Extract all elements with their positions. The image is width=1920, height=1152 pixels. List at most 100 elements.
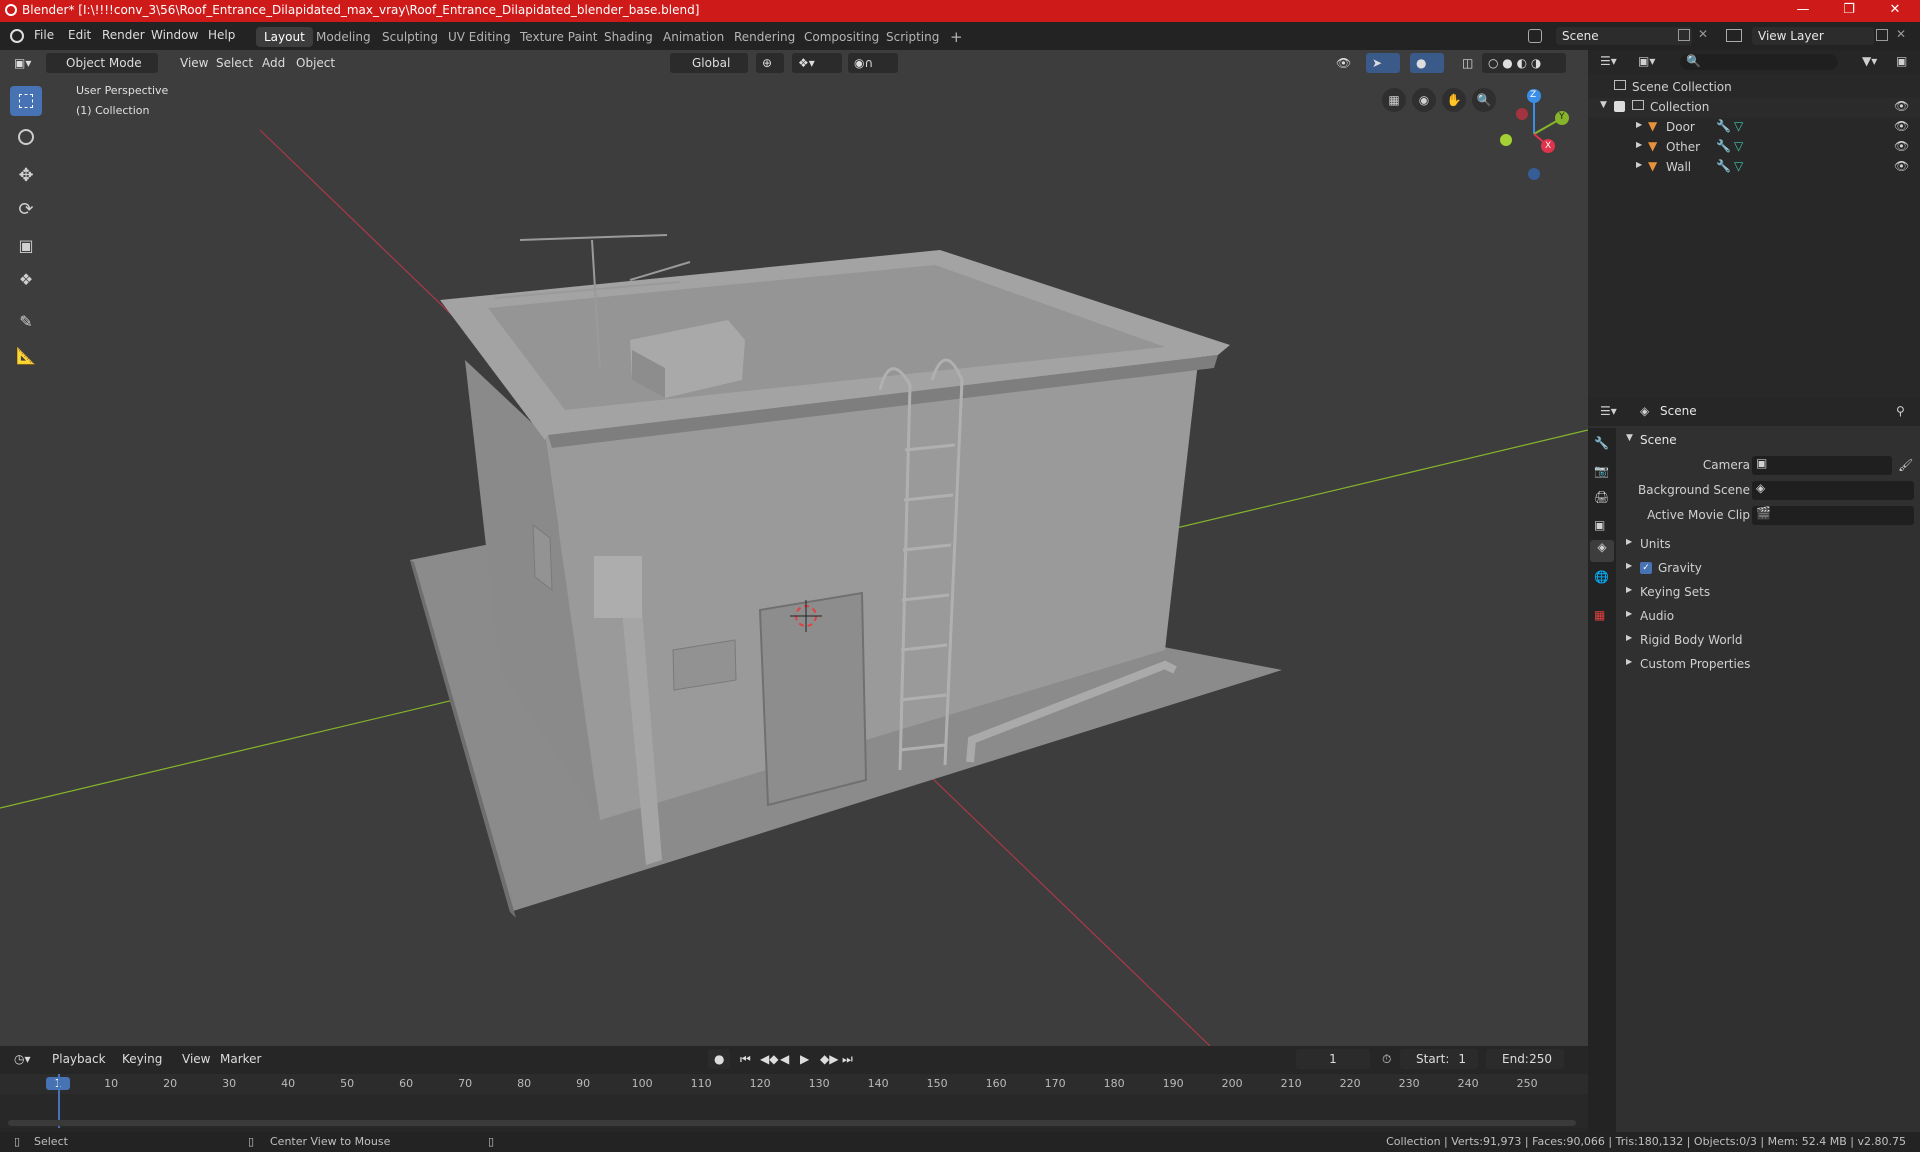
object-mode-dropdown[interactable]: Object Mode [46, 53, 158, 73]
shading-modes[interactable]: ○ ● ◐ ◑ [1482, 53, 1566, 73]
overlay-toggle-icon[interactable]: ● [1410, 53, 1444, 73]
audio-panel[interactable]: ▶ Audio [1616, 606, 1920, 628]
outliner-row-wall[interactable]: ▶ ▼ Wall 🔧 ▽ 👁 [1588, 158, 1920, 178]
zoom-view-icon[interactable]: 🔍 [1472, 88, 1496, 112]
tab-compositing[interactable]: Compositing [796, 27, 887, 47]
eye-icon[interactable]: 👁 [1894, 99, 1909, 113]
tab-texture-paint[interactable]: Texture Paint [512, 27, 605, 47]
timeline-scrollbar[interactable] [8, 1120, 1576, 1126]
close-button[interactable]: ✕ [1872, 0, 1918, 22]
3d-viewport[interactable]: ▣▾ Object Mode View Select Add Object Gl… [0, 50, 1588, 1046]
stopwatch-icon[interactable]: ⏱ [1376, 1049, 1397, 1069]
view-layer-field[interactable]: View Layer [1752, 27, 1874, 45]
eye-icon[interactable]: 👁 [1894, 139, 1909, 153]
remove-view-layer-icon[interactable]: ✕ [1896, 27, 1906, 41]
annotate-tool-icon[interactable]: ✎ [10, 306, 42, 336]
menu-render[interactable]: Render [102, 28, 145, 42]
menu-edit[interactable]: Edit [68, 28, 91, 42]
new-collection-icon[interactable]: ▣ [1896, 54, 1907, 68]
units-panel[interactable]: ▶ Units [1616, 534, 1920, 556]
expand-icon[interactable]: ▶ [1636, 140, 1642, 149]
transform-orientation-dropdown[interactable]: Global [670, 53, 748, 73]
menu-playback[interactable]: Playback [46, 1049, 112, 1069]
add-workspace-icon[interactable]: + [942, 27, 971, 47]
properties-editor-icon[interactable]: ☰▾ [1600, 404, 1617, 418]
eyedropper-icon[interactable]: 🖌 [1898, 458, 1913, 472]
tab-scripting[interactable]: Scripting [878, 27, 947, 47]
menu-help[interactable]: Help [208, 28, 235, 42]
minimize-button[interactable]: — [1780, 0, 1826, 22]
outliner-search-input[interactable]: 🔍 [1680, 54, 1838, 70]
remove-scene-icon[interactable]: ✕ [1698, 27, 1708, 41]
checkbox-icon[interactable] [1614, 101, 1625, 112]
pin-icon[interactable]: ⚲ [1896, 404, 1905, 418]
tab-shading[interactable]: Shading [596, 27, 661, 47]
custom-properties-panel[interactable]: ▶ Custom Properties [1616, 654, 1920, 676]
gizmo-toggle-icon[interactable]: ➤ [1366, 53, 1400, 73]
menu-keying[interactable]: Keying [116, 1049, 168, 1069]
select-box-tool-icon[interactable] [10, 86, 42, 116]
end-frame-field[interactable]: End: 250 [1486, 1049, 1564, 1069]
expand-icon[interactable]: ▶ [1636, 120, 1642, 129]
new-view-layer-icon[interactable] [1876, 29, 1888, 41]
eye-icon[interactable]: 👁 [1894, 159, 1909, 173]
gravity-checkbox[interactable]: ✓ [1640, 562, 1652, 574]
output-tab-icon[interactable]: 🖨 [1594, 490, 1609, 504]
tab-rendering[interactable]: Rendering [726, 27, 803, 47]
camera-field[interactable]: ▣ [1752, 456, 1892, 475]
keying-sets-panel[interactable]: ▶ Keying Sets [1616, 582, 1920, 604]
scene-field[interactable]: Scene [1556, 27, 1692, 45]
play-icon[interactable]: ▶ [794, 1049, 815, 1069]
tab-uv-editing[interactable]: UV Editing [440, 27, 519, 47]
tab-sculpting[interactable]: Sculpting [374, 27, 446, 47]
current-frame-field[interactable]: 1 [1296, 1049, 1370, 1069]
menu-timeline-view[interactable]: View [176, 1049, 216, 1069]
play-reverse-icon[interactable]: ◀ [774, 1049, 795, 1069]
filter-icon[interactable]: ▼▾ [1862, 54, 1877, 68]
tab-modeling[interactable]: Modeling [308, 27, 379, 47]
scale-tool-icon[interactable]: ▣ [10, 230, 42, 260]
texture-tab-icon[interactable]: ▦ [1594, 608, 1605, 622]
collapse-icon[interactable]: ▼ [1600, 100, 1607, 110]
proportional-edit-icon[interactable]: ◉∩ [848, 53, 898, 73]
view-layer-tab-icon[interactable]: ▣ [1594, 518, 1605, 532]
scene-tab-icon[interactable]: ◈ [1590, 540, 1614, 562]
outliner-row-scene-collection[interactable]: Scene Collection [1588, 78, 1920, 98]
active-movie-clip-field[interactable]: 🎬 [1752, 506, 1914, 525]
measure-tool-icon[interactable]: 📐 [10, 340, 42, 370]
menu-select[interactable]: Select [210, 53, 259, 73]
timeline-editor-icon[interactable]: ◷▾ [8, 1049, 37, 1069]
menu-add[interactable]: Add [256, 53, 291, 73]
start-frame-field[interactable]: Start: 1 [1400, 1049, 1478, 1069]
new-scene-icon[interactable] [1678, 29, 1690, 41]
outliner-row-other[interactable]: ▶ ▼ Other 🔧 ▽ 👁 [1588, 138, 1920, 158]
outliner-row-collection[interactable]: ▼ Collection 👁 [1588, 98, 1920, 118]
move-tool-icon[interactable]: ✥ [10, 160, 42, 190]
pan-view-icon[interactable]: ✋ [1442, 88, 1466, 112]
view-layer-icon[interactable] [1726, 29, 1742, 42]
gravity-panel[interactable]: ▶ ✓ Gravity [1616, 558, 1920, 580]
tool-tab-icon[interactable]: 🔧 [1594, 436, 1609, 450]
snap-icon[interactable]: ❖▾ [792, 53, 842, 73]
menu-file[interactable]: File [34, 28, 54, 42]
menu-object[interactable]: Object [290, 53, 341, 73]
rigid-body-world-panel[interactable]: ▶ Rigid Body World [1616, 630, 1920, 652]
rotate-tool-icon[interactable]: ⟳ [10, 194, 42, 224]
visibility-icon[interactable]: 👁 [1330, 53, 1357, 73]
tab-layout[interactable]: Layout [256, 27, 313, 47]
eye-icon[interactable]: 👁 [1894, 119, 1909, 133]
frame-ruler[interactable]: 1102030405060708090100110120130140150160… [0, 1074, 1588, 1094]
tab-animation[interactable]: Animation [655, 27, 732, 47]
record-icon[interactable]: ● [708, 1049, 731, 1069]
expand-icon[interactable]: ▶ [1636, 160, 1642, 169]
cursor-tool-icon[interactable] [10, 122, 42, 152]
menu-view[interactable]: View [174, 53, 214, 73]
grid-view-icon[interactable]: ▦ [1382, 88, 1406, 112]
xray-icon[interactable]: ◫ [1456, 53, 1479, 73]
display-mode-icon[interactable]: ▣▾ [1638, 54, 1655, 68]
outliner-row-door[interactable]: ▶ ▼ Door 🔧 ▽ 👁 [1588, 118, 1920, 138]
menu-marker[interactable]: Marker [214, 1049, 267, 1069]
scene-icon[interactable] [1528, 29, 1542, 43]
editor-type-icon[interactable]: ▣▾ [8, 53, 37, 73]
transform-tool-icon[interactable]: ❖ [10, 264, 42, 294]
